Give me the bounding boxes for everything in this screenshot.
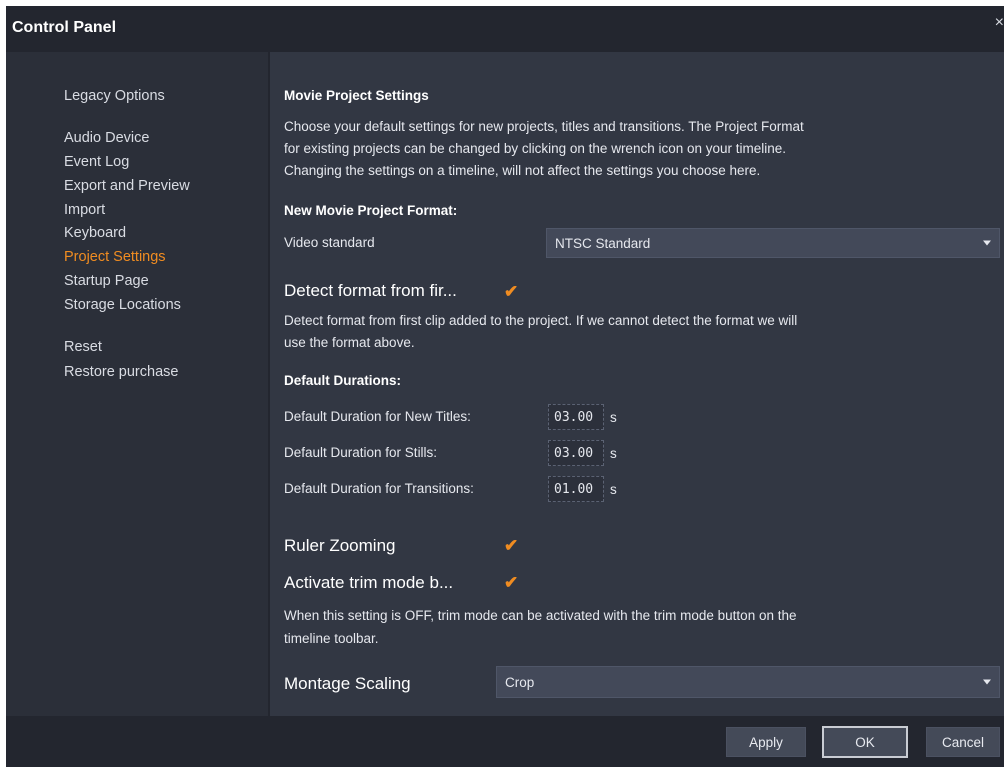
- close-icon[interactable]: ×: [995, 14, 1004, 32]
- sidebar-item-audio-device[interactable]: Audio Device: [64, 130, 149, 146]
- video-standard-value: NTSC Standard: [555, 235, 651, 251]
- duration-transitions-input[interactable]: 01.00: [548, 476, 604, 502]
- format-heading: New Movie Project Format:: [284, 203, 458, 218]
- durations-heading: Default Durations:: [284, 373, 402, 388]
- video-standard-select[interactable]: NTSC Standard: [546, 228, 1000, 258]
- sidebar-item-restore-purchase[interactable]: Restore purchase: [64, 364, 178, 380]
- sidebar-item-import[interactable]: Import: [64, 202, 105, 218]
- title-bar: Control Panel ×: [6, 6, 1004, 52]
- detect-format-label: Detect format from fir...: [284, 281, 457, 300]
- duration-titles-label: Default Duration for New Titles:: [284, 409, 471, 424]
- detect-format-desc-line-1: Detect format from first clip added to t…: [284, 313, 798, 328]
- ok-button[interactable]: OK: [822, 726, 908, 758]
- intro-text-line-2: for existing projects can be changed by …: [284, 141, 787, 156]
- chevron-down-icon: [983, 240, 991, 246]
- video-standard-label: Video standard: [284, 235, 375, 250]
- intro-text-line-1: Choose your default settings for new pro…: [284, 119, 804, 134]
- trim-mode-desc-line-2: timeline toolbar.: [284, 631, 379, 646]
- sidebar-item-reset[interactable]: Reset: [64, 339, 102, 355]
- duration-stills-label: Default Duration for Stills:: [284, 445, 438, 460]
- detect-format-checkbox[interactable]: ✔: [504, 283, 520, 300]
- duration-transitions-unit: s: [610, 482, 617, 497]
- trim-mode-label: Activate trim mode b...: [284, 573, 454, 592]
- duration-titles-input[interactable]: 03.00: [548, 404, 604, 430]
- apply-button[interactable]: Apply: [726, 727, 806, 757]
- duration-stills-input[interactable]: 03.00: [548, 440, 604, 466]
- detect-format-desc-line-2: use the format above.: [284, 335, 415, 350]
- intro-text-line-3: Changing the settings on a timeline, wil…: [284, 163, 761, 178]
- duration-titles-unit: s: [610, 410, 617, 425]
- trim-mode-checkbox[interactable]: ✔: [504, 574, 520, 591]
- sidebar-item-export-and-preview[interactable]: Export and Preview: [64, 178, 190, 194]
- sidebar: Legacy Options Audio Device Event Log Ex…: [6, 52, 268, 716]
- sidebar-item-event-log[interactable]: Event Log: [64, 154, 129, 170]
- duration-stills-unit: s: [610, 446, 617, 461]
- dialog-footer: Apply OK Cancel: [6, 716, 1004, 767]
- chevron-down-icon: [983, 679, 991, 685]
- window-title: Control Panel: [12, 19, 117, 36]
- trim-mode-desc-line-1: When this setting is OFF, trim mode can …: [284, 608, 797, 623]
- cancel-button[interactable]: Cancel: [926, 727, 1000, 757]
- ruler-zooming-checkbox[interactable]: ✔: [504, 537, 520, 554]
- ruler-zooming-label: Ruler Zooming: [284, 536, 396, 555]
- settings-content: Movie Project Settings Choose your defau…: [270, 52, 1004, 716]
- sidebar-item-startup-page[interactable]: Startup Page: [64, 273, 149, 289]
- sidebar-item-keyboard[interactable]: Keyboard: [64, 225, 126, 241]
- sidebar-item-storage-locations[interactable]: Storage Locations: [64, 297, 181, 313]
- section-title: Movie Project Settings: [284, 88, 429, 103]
- sidebar-item-project-settings[interactable]: Project Settings: [64, 249, 166, 265]
- montage-scaling-value: Crop: [505, 674, 535, 690]
- montage-scaling-select[interactable]: Crop: [496, 666, 1000, 698]
- sidebar-item-legacy-options[interactable]: Legacy Options: [64, 88, 165, 104]
- control-panel-window: Control Panel × Legacy Options Audio Dev…: [6, 6, 1004, 767]
- montage-scaling-label: Montage Scaling: [284, 674, 411, 693]
- duration-transitions-label: Default Duration for Transitions:: [284, 481, 474, 496]
